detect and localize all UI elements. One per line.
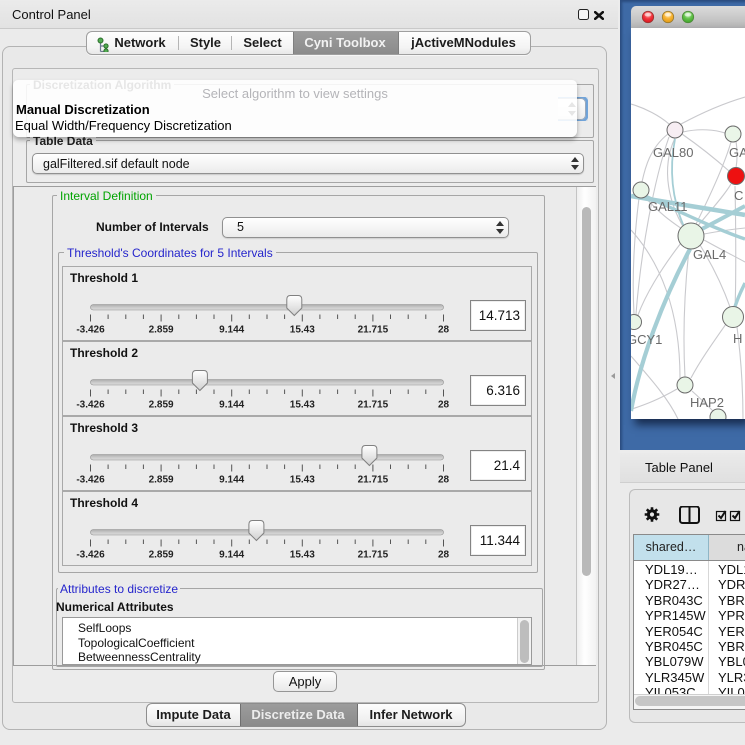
svg-text:-3.426: -3.426 <box>76 325 105 336</box>
svg-text:2.859: 2.859 <box>149 325 174 336</box>
svg-text:15.43: 15.43 <box>290 325 315 336</box>
svg-text:HAP2: HAP2 <box>690 395 724 410</box>
svg-text:GAL4: GAL4 <box>693 247 726 262</box>
svg-text:2.859: 2.859 <box>149 400 174 411</box>
svg-text:-3.426: -3.426 <box>76 475 105 486</box>
svg-text:H: H <box>733 331 742 346</box>
svg-text:28: 28 <box>438 550 450 561</box>
svg-text:28: 28 <box>438 400 450 411</box>
svg-text:GAL80: GAL80 <box>653 145 693 160</box>
svg-text:9.144: 9.144 <box>219 325 244 336</box>
svg-text:15.43: 15.43 <box>290 475 315 486</box>
svg-text:9.144: 9.144 <box>219 550 244 561</box>
svg-text:21.715: 21.715 <box>358 550 389 561</box>
svg-text:2.859: 2.859 <box>149 550 174 561</box>
svg-text:15.43: 15.43 <box>290 550 315 561</box>
svg-text:21.715: 21.715 <box>358 325 389 336</box>
svg-text:28: 28 <box>438 325 450 336</box>
svg-text:GAL11: GAL11 <box>648 199 688 214</box>
svg-text:-3.426: -3.426 <box>76 400 105 411</box>
svg-text:21.715: 21.715 <box>358 475 389 486</box>
svg-text:15.43: 15.43 <box>290 400 315 411</box>
svg-text:2.859: 2.859 <box>149 475 174 486</box>
svg-text:28: 28 <box>438 475 450 486</box>
svg-text:-3.426: -3.426 <box>76 550 105 561</box>
svg-text:21.715: 21.715 <box>358 400 389 411</box>
svg-text:C: C <box>734 188 743 203</box>
svg-text:9.144: 9.144 <box>219 475 244 486</box>
svg-text:GA: GA <box>729 145 745 160</box>
svg-text:9.144: 9.144 <box>219 400 244 411</box>
svg-text:GCY1: GCY1 <box>631 332 662 347</box>
